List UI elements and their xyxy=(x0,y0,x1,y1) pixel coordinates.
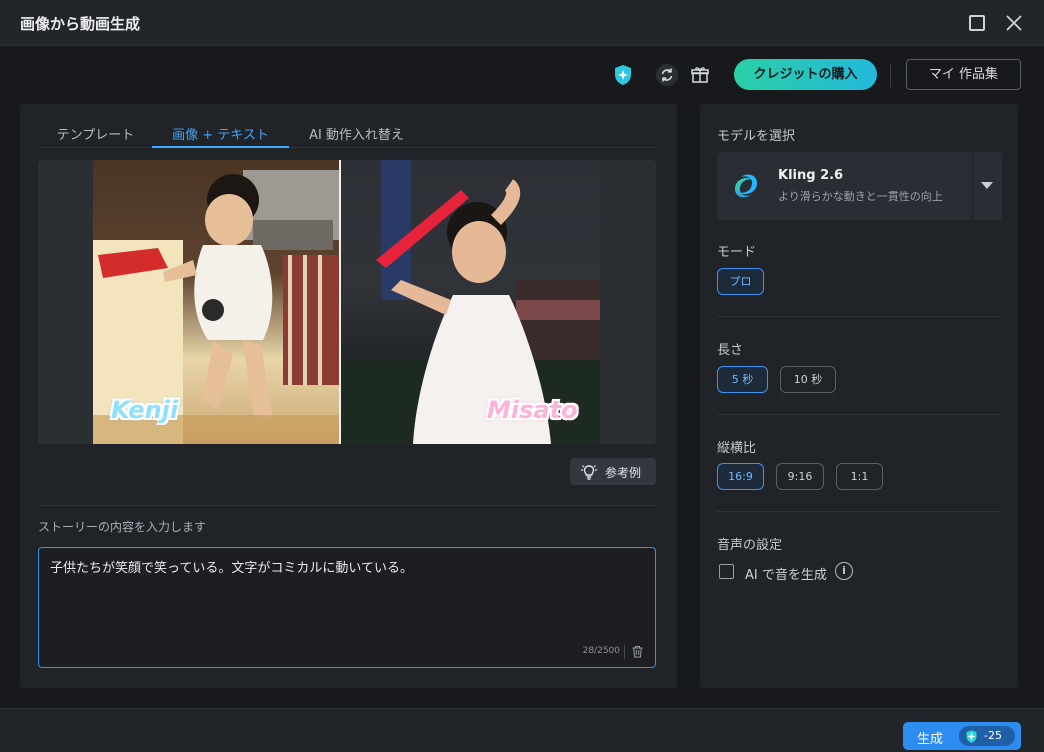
tab-image-text[interactable]: 画像 + テキスト xyxy=(152,124,289,148)
example-button[interactable]: 参考例 xyxy=(570,458,656,485)
trash-icon[interactable] xyxy=(631,645,644,658)
model-section-label: モデルを選択 xyxy=(717,129,796,144)
active-tab-indicator xyxy=(152,146,289,148)
story-input-text[interactable]: 子供たちが笑顔で笑っている。文字がコミカルに動いている。 xyxy=(50,557,413,576)
char-counter: 28/2500 xyxy=(582,646,620,656)
window-title: 画像から動画生成 xyxy=(20,15,141,33)
maximize-icon xyxy=(969,15,985,31)
chevron-down-icon[interactable] xyxy=(981,182,993,189)
image-preview[interactable]: Kenji Misato xyxy=(38,160,656,444)
name-label-misato: Misato xyxy=(487,396,578,424)
lightbulb-icon xyxy=(581,465,597,480)
credit-icon xyxy=(966,730,977,743)
credit-cost-badge: -25 xyxy=(959,726,1015,746)
generate-button-label: 生成 xyxy=(917,732,944,747)
gift-icon[interactable] xyxy=(688,63,712,87)
ai-audio-checkbox[interactable] xyxy=(719,564,734,579)
footer-bar: 生成 -25 xyxy=(0,708,1044,752)
model-description: より滑らかな動きと一貫性の向上 xyxy=(778,190,943,203)
title-bar: 画像から動画生成 xyxy=(0,0,1044,46)
buy-credits-button[interactable]: クレジットの購入 xyxy=(734,59,877,90)
ai-audio-label[interactable]: AI で音を生成 xyxy=(745,564,827,583)
section-divider xyxy=(717,414,1001,415)
model-name: Kling 2.6 xyxy=(778,168,844,183)
kling-logo-icon xyxy=(735,174,757,198)
tab-ai-motion-swap[interactable]: AI 動作入れ替え xyxy=(289,124,424,148)
aspect-option-16-9[interactable]: 16:9 xyxy=(717,463,764,490)
tabs-baseline xyxy=(38,147,655,148)
story-input[interactable]: 子供たちが笑顔で笑っている。文字がコミカルに動いている。 28/2500 xyxy=(38,547,656,668)
close-icon xyxy=(1006,15,1022,31)
length-option-10s[interactable]: 10 秒 xyxy=(780,366,836,393)
aspect-option-9-16[interactable]: 9:16 xyxy=(776,463,824,490)
section-divider xyxy=(38,505,655,506)
my-works-button[interactable]: マイ 作品集 xyxy=(906,59,1021,90)
generate-button[interactable]: 生成 -25 xyxy=(903,722,1021,750)
dropdown-divider xyxy=(972,152,973,220)
audio-section-label: 音声の設定 xyxy=(717,538,783,553)
name-label-kenji: Kenji xyxy=(111,396,179,424)
model-select-dropdown[interactable]: Kling 2.6 より滑らかな動きと一貫性の向上 xyxy=(717,152,1002,220)
credit-cost-value: -25 xyxy=(984,729,1002,742)
aspect-option-1-1[interactable]: 1:1 xyxy=(836,463,883,490)
mode-section-label: モード xyxy=(717,245,757,260)
photo-misato: Misato xyxy=(341,160,600,444)
example-button-label: 参考例 xyxy=(605,466,642,480)
length-section-label: 長さ xyxy=(717,343,744,358)
aspect-section-label: 縦横比 xyxy=(717,441,757,456)
length-option-5s[interactable]: 5 秒 xyxy=(717,366,768,393)
section-divider xyxy=(717,511,1001,512)
counter-divider xyxy=(624,645,625,659)
credit-icon[interactable] xyxy=(611,63,635,87)
refresh-icon[interactable] xyxy=(655,63,679,87)
settings-panel: モデルを選択 Kling 2.6 より滑らかな動きと一貫性の向上 モード プロ … xyxy=(700,104,1018,688)
photo-kenji: Kenji xyxy=(93,160,339,444)
mode-option-pro[interactable]: プロ xyxy=(717,268,764,295)
close-button[interactable] xyxy=(1003,12,1025,34)
section-divider xyxy=(717,316,1001,317)
toolbar-divider xyxy=(890,63,891,87)
input-panel: テンプレート 画像 + テキスト AI 動作入れ替え Kenji Misato … xyxy=(20,104,677,688)
story-label: ストーリーの内容を入力します xyxy=(38,520,207,534)
maximize-button[interactable] xyxy=(966,12,988,34)
info-icon[interactable]: i xyxy=(835,562,853,580)
tab-template[interactable]: テンプレート xyxy=(38,124,153,148)
